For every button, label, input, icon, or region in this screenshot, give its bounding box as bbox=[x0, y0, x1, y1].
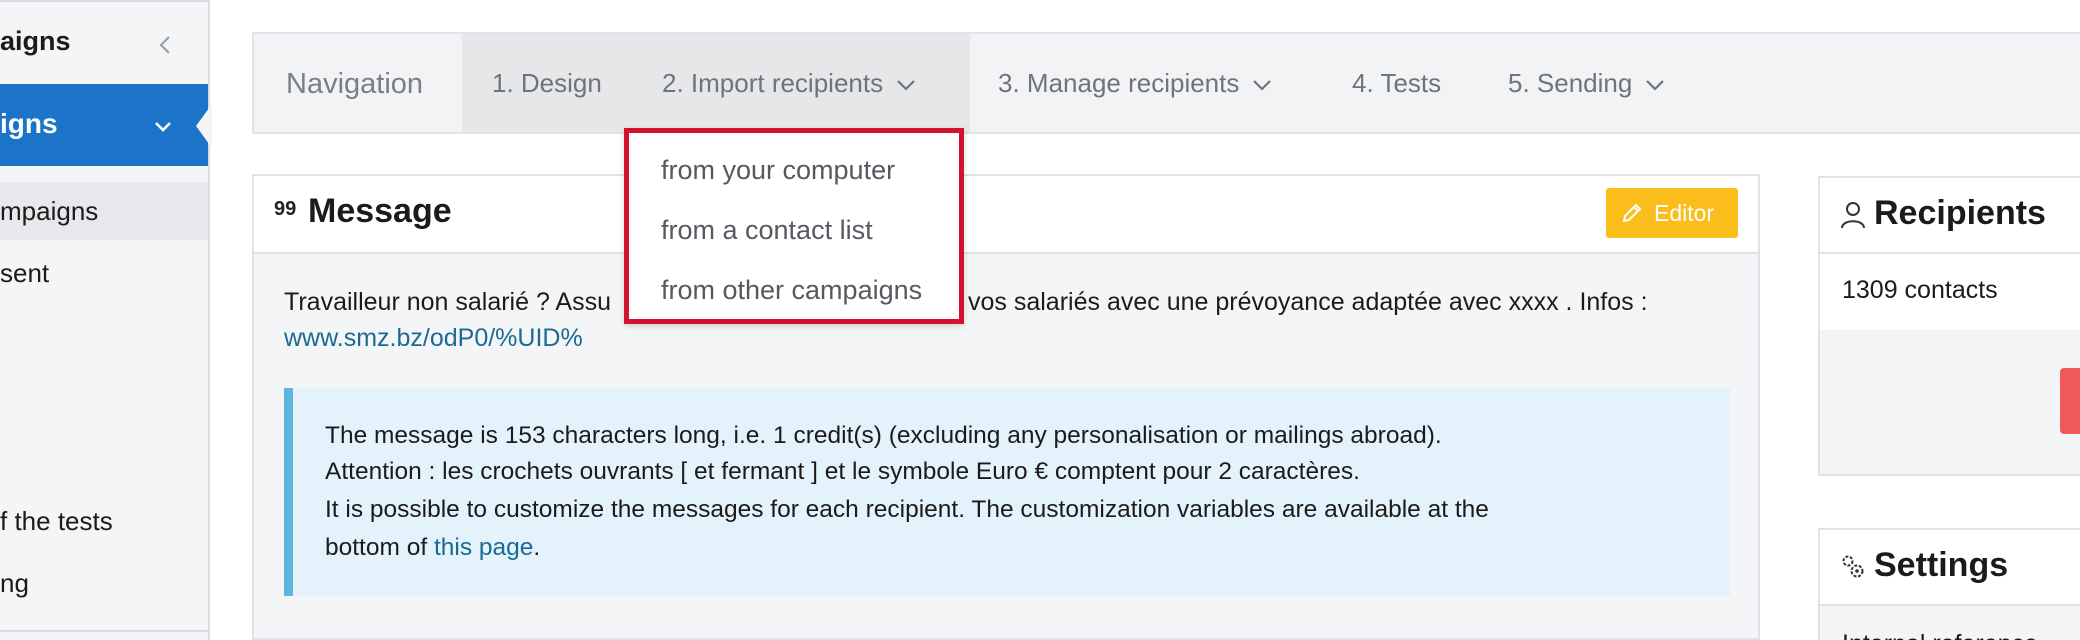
editor-button[interactable]: Editor bbox=[1606, 188, 1738, 238]
sidebar-header: aigns bbox=[0, 2, 208, 82]
user-icon bbox=[1841, 202, 1865, 229]
info-line-length: The message is 153 characters long, i.e.… bbox=[325, 422, 1442, 449]
settings-internal-reference: Internal reference bbox=[1842, 630, 2038, 640]
step-navigation: Navigation 1. Design 2. Import recipient… bbox=[252, 32, 2080, 134]
nav-step-import-recipients[interactable]: 2. Import recipients bbox=[662, 68, 917, 99]
nav-step-manage-recipients[interactable]: 3. Manage recipients bbox=[998, 68, 1273, 99]
chevron-down-icon bbox=[1253, 80, 1272, 91]
settings-card-header: Settings bbox=[1820, 530, 2080, 606]
nav-step-tests[interactable]: 4. Tests bbox=[1352, 68, 1441, 99]
recipients-count-row: 1309 contacts bbox=[1820, 254, 2080, 330]
delete-recipients-button[interactable] bbox=[2060, 368, 2080, 434]
message-link[interactable]: www.smz.bz/odP0/%UID% bbox=[284, 324, 583, 353]
sidebar: aigns igns mpaigns sent f the tests ng bbox=[0, 0, 212, 640]
nav-step-label: 3. Manage recipients bbox=[998, 68, 1240, 98]
this-page-link[interactable]: this page bbox=[434, 534, 533, 561]
recipients-count: 1309 contacts bbox=[1842, 276, 1998, 304]
active-indicator bbox=[196, 104, 212, 148]
sidebar-item-campaigns[interactable]: igns bbox=[0, 84, 212, 166]
pencil-icon bbox=[1622, 203, 1642, 223]
nav-title: Navigation bbox=[286, 68, 424, 100]
dropdown-item-from-other-campaigns[interactable]: from other campaigns bbox=[661, 275, 922, 306]
sidebar-item-label: igns bbox=[0, 108, 58, 139]
info-line-bottom: bottom of this page. bbox=[325, 534, 540, 562]
sidebar-subitem-label: sent bbox=[0, 258, 50, 288]
info-line-customize: It is possible to customize the messages… bbox=[325, 496, 1489, 523]
nav-step-label: 2. Import recipients bbox=[662, 68, 884, 98]
dropdown-item-from-contact-list[interactable]: from a contact list bbox=[661, 215, 873, 246]
sidebar-subitem-campaigns[interactable]: mpaigns bbox=[0, 182, 208, 240]
message-card: 99 Message Editor Travailleur non salari… bbox=[252, 174, 1760, 640]
dropdown-item-from-computer[interactable]: from your computer bbox=[661, 155, 895, 186]
info-bottom-suffix: . bbox=[533, 534, 541, 561]
settings-card: Settings Internal reference bbox=[1818, 528, 2080, 640]
chevron-down-icon bbox=[897, 80, 915, 91]
import-recipients-dropdown: from your computer from a contact list f… bbox=[624, 128, 964, 324]
message-text-end: vos salariés avec une prévoyance adaptée… bbox=[968, 288, 1648, 316]
sidebar-subitem-tests[interactable]: f the tests bbox=[0, 492, 208, 550]
chevron-down-icon bbox=[155, 122, 171, 132]
editor-button-label: Editor bbox=[1654, 200, 1715, 226]
info-bottom-prefix: bottom of bbox=[325, 534, 434, 561]
settings-title: Settings bbox=[1874, 546, 2009, 584]
nav-step-design[interactable]: 1. Design bbox=[492, 68, 602, 99]
sidebar-subitem-label: mpaigns bbox=[0, 196, 99, 226]
message-info-box: The message is 153 characters long, i.e.… bbox=[284, 388, 1730, 596]
sidebar-header-label: aigns bbox=[0, 26, 71, 56]
message-title: Message bbox=[308, 192, 452, 230]
sidebar-subitem-label: f the tests bbox=[0, 506, 113, 536]
message-text-start: Travailleur non salarié ? Assu bbox=[284, 288, 612, 316]
page: aigns igns mpaigns sent f the tests ng N… bbox=[0, 0, 2080, 640]
message-card-header: 99 Message Editor bbox=[254, 176, 1758, 254]
sidebar-subitem-sending[interactable]: ng bbox=[0, 554, 208, 612]
sidebar-divider bbox=[0, 630, 208, 632]
recipients-card-header: Recipients bbox=[1820, 178, 2080, 254]
sidebar-subitem-label: ng bbox=[0, 568, 29, 598]
chevron-down-icon bbox=[1646, 80, 1665, 91]
recipients-card: Recipients 1309 contacts bbox=[1818, 176, 2080, 476]
quote-icon: 99 bbox=[274, 198, 297, 220]
chevron-left-icon[interactable] bbox=[150, 30, 180, 60]
sidebar-subitem-sent[interactable]: sent bbox=[0, 244, 208, 302]
nav-step-label: 5. Sending bbox=[1508, 68, 1633, 98]
nav-step-sending[interactable]: 5. Sending bbox=[1508, 68, 1666, 99]
info-line-attention: Attention : les crochets ouvrants [ et f… bbox=[325, 458, 1360, 485]
gears-icon bbox=[1842, 555, 1864, 578]
recipients-title: Recipients bbox=[1874, 194, 2046, 232]
